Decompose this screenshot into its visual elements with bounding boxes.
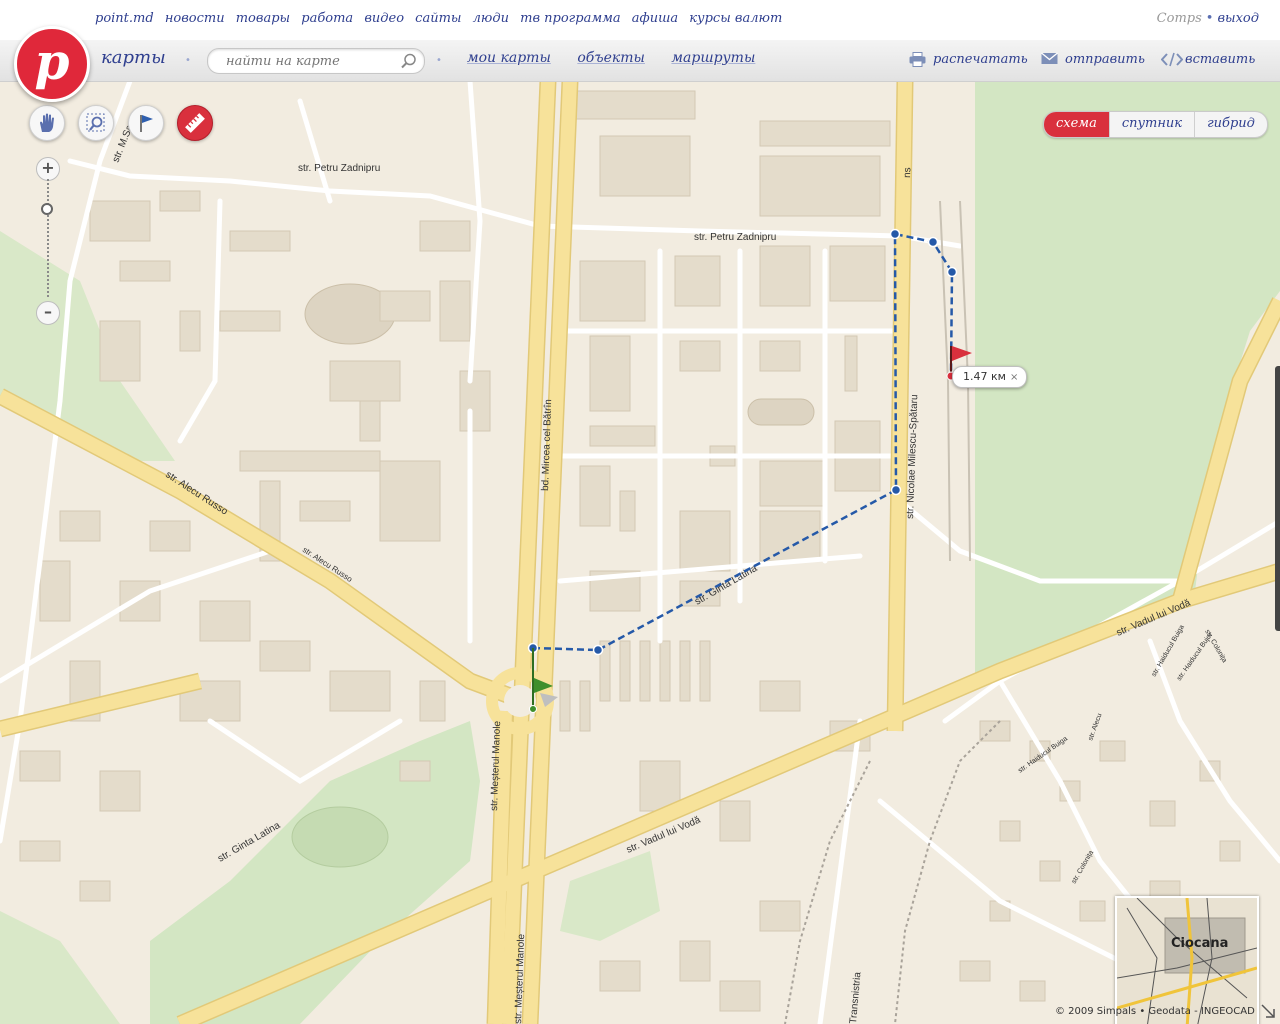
username: Comps [1156,11,1202,26]
zoom-out-button[interactable]: – [36,301,60,325]
copyright-text: © 2009 Simpals • Geodata - INGEOCAD [1055,1006,1255,1017]
marker-tool-button[interactable] [128,105,164,141]
zoom-area-icon [86,113,105,132]
map-type-hybrid[interactable]: гибрид [1194,112,1267,137]
map-canvas[interactable]: str. Petru Zadnipru str. Petru Zadnipru … [0,81,1280,1024]
logo-letter: p [34,32,70,91]
nav-link-news[interactable]: новости [165,11,225,26]
nav-link-sites[interactable]: сайты [415,11,461,26]
top-links-bar: point.md новости товары работа видео сай… [0,0,1280,40]
zoom-control: + – [36,157,60,327]
nav-link-point-md[interactable]: point.md [95,11,154,26]
objects-link[interactable]: объекты [577,50,645,66]
minimap-label: Ciocana [1171,936,1229,951]
nav-link-jobs[interactable]: работа [301,11,353,26]
separator-dot: • [185,55,191,66]
envelope-icon [1041,52,1058,64]
maps-header: карты • • мои карты объекты маршруты рас… [0,40,1280,82]
search-box [207,48,425,74]
street-label: Transnistria [848,971,864,1024]
print-label: распечатать [933,52,1028,67]
ruler-tool-button[interactable] [177,105,213,141]
route-vertex[interactable] [946,266,958,278]
separator-dot: • [1205,11,1214,26]
zoom-area-tool-button[interactable] [78,105,114,141]
park-area [0,911,120,1024]
overview-minimap[interactable]: Ciocana [1115,896,1259,1024]
nav-link-poster[interactable]: афиша [632,11,678,26]
street-label: str. Petru Zadnipru [694,232,776,243]
map-type-switcher: схема спутник гибрид [1043,111,1268,138]
sports-ground [747,398,815,426]
nav-link-tv[interactable]: тв программа [520,11,621,26]
street-label: ns [902,167,913,178]
nav-link-rates[interactable]: курсы валют [689,11,782,26]
route-vertex[interactable] [889,228,901,240]
portal-nav: point.md новости товары работа видео сай… [95,11,789,26]
printer-icon [909,52,926,67]
distance-label: 1.47 км × [952,366,1028,388]
route-vertex[interactable] [592,644,604,656]
park-area [560,851,660,941]
map-layer: str. Petru Zadnipru str. Petru Zadnipru … [0,81,1280,1024]
zoom-in-button[interactable]: + [36,157,60,181]
hand-icon [40,113,54,132]
section-title[interactable]: карты [101,47,166,68]
nav-link-people[interactable]: люди [473,11,509,26]
route-vertex[interactable] [890,484,902,496]
map-type-scheme[interactable]: схема [1044,112,1109,137]
pan-tool-button[interactable] [29,105,65,141]
my-maps-link[interactable]: мои карты [467,50,551,66]
nav-link-goods[interactable]: товары [236,11,290,26]
search-input[interactable] [224,52,398,71]
street-label: str. Colonița [1203,629,1228,665]
street-label: str. Alecu [1087,712,1103,741]
embed-button[interactable]: вставить [1161,52,1256,67]
zoom-slider-handle[interactable] [41,203,53,215]
route-vertex[interactable] [927,236,939,248]
street-label: str. Colonița [1071,849,1096,885]
close-icon[interactable]: × [1010,372,1018,383]
separator-dot: • [436,55,442,66]
distance-value: 1.47 км [963,370,1006,383]
stadium [291,806,389,868]
side-panel-tab[interactable] [1275,366,1280,631]
flag-icon [140,115,153,132]
print-button[interactable]: распечатать [909,52,1028,67]
ruler-icon [185,113,205,133]
routes-link[interactable]: маршруты [671,50,755,66]
street-label: str. Petru Zadnipru [298,163,380,174]
logout-link[interactable]: выход [1217,11,1259,26]
send-button[interactable]: отправить [1041,52,1145,67]
user-box: Comps • выход [1157,11,1259,26]
code-icon [1161,52,1183,67]
maps-nav: мои карты объекты маршруты [467,50,777,66]
nav-link-video[interactable]: видео [364,11,404,26]
search-icon[interactable] [400,53,418,69]
map-type-satellite[interactable]: спутник [1108,112,1194,137]
embed-label: вставить [1185,52,1256,67]
point-logo[interactable]: p [14,26,90,102]
send-label: отправить [1065,52,1145,67]
resize-handle-icon[interactable] [1260,1003,1276,1019]
zoom-slider-track[interactable] [47,179,49,297]
